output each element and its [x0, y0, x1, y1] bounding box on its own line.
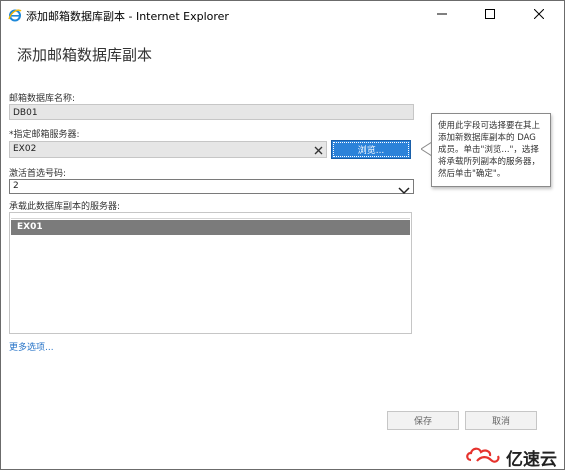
clear-server-button[interactable] [310, 141, 327, 158]
list-item[interactable]: EX01 [11, 220, 410, 235]
clear-icon [314, 140, 323, 159]
tooltip-line: 然后单击"确定"。 [438, 169, 506, 179]
watermark: 亿速云 [465, 445, 557, 470]
db-name-field: DB01 [9, 104, 414, 120]
db-name-label: 邮箱数据库名称: [9, 94, 76, 104]
tooltip-line: 成员。单击"浏览..."，选择 [438, 145, 539, 155]
page-title: 添加邮箱数据库副本 [17, 46, 153, 64]
browser-window: 添加邮箱数据库副本 - Internet Explorer 添加邮箱数据库副本 … [0, 0, 565, 470]
browse-button[interactable]: 浏览... [331, 140, 411, 159]
activation-label: 激活首选号码: [9, 169, 67, 179]
hosting-servers-label: 承载此数据库副本的服务器: [9, 202, 121, 212]
tooltip-line: 添加新数据库副本的 DAG [438, 133, 536, 143]
close-icon [534, 9, 544, 19]
save-button[interactable]: 保存 [387, 411, 459, 430]
tooltip-line: 使用此字段可选择要在其上 [438, 121, 541, 131]
server-label: *指定邮箱服务器: [9, 130, 80, 140]
ie-icon [8, 7, 22, 22]
minimize-button[interactable] [422, 1, 462, 27]
title-bar: 添加邮箱数据库副本 - Internet Explorer [1, 1, 564, 29]
maximize-icon [485, 9, 495, 19]
window-title: 添加邮箱数据库副本 - Internet Explorer [26, 10, 229, 23]
cloud-logo-icon [465, 445, 501, 469]
minimize-icon [437, 9, 447, 19]
chevron-down-icon [398, 181, 410, 195]
tooltip-line: 将承载所列副本的服务器， [438, 157, 541, 167]
hosting-servers-list[interactable]: EX01 [9, 212, 412, 334]
server-field[interactable]: EX02 [9, 141, 327, 158]
list-header [11, 214, 410, 219]
more-options-link[interactable]: 更多选项... [9, 340, 54, 353]
cancel-button[interactable]: 取消 [465, 411, 537, 430]
activation-select[interactable]: 2 [9, 179, 414, 194]
maximize-button[interactable] [470, 1, 510, 27]
close-button[interactable] [519, 1, 559, 27]
watermark-text: 亿速云 [506, 449, 557, 470]
help-tooltip: 使用此字段可选择要在其上 添加新数据库副本的 DAG 成员。单击"浏览..."，… [431, 113, 551, 187]
